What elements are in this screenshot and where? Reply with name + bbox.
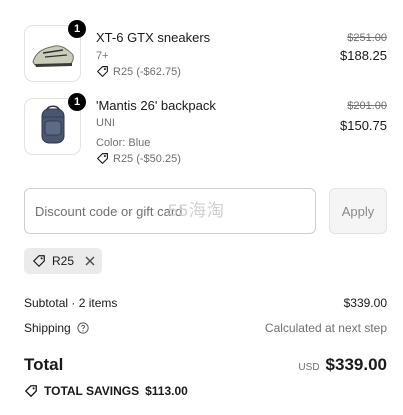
subtotal-value: $339.00 [343, 296, 387, 310]
product-name: XT-6 GTX sneakers [96, 30, 211, 45]
product-discount-text: R25 (-$50.25) [113, 152, 181, 165]
tag-icon [97, 153, 108, 164]
tag-icon [33, 255, 45, 267]
watermark: 55海淘 [168, 201, 225, 220]
product-variant: UNI [96, 117, 115, 129]
product-name: 'Mantis 26' backpack [96, 98, 216, 113]
help-circle-icon[interactable] [77, 322, 89, 334]
product-discount: R25 (-$62.75) [96, 65, 181, 78]
product-variant: 7+ [96, 50, 109, 62]
currency-code: USD [298, 362, 320, 373]
shipping-value: Calculated at next step [264, 321, 387, 335]
applied-code: R25 [52, 254, 75, 268]
applied-discount-chip: R25 [24, 248, 102, 274]
apply-button[interactable]: Apply [329, 188, 387, 234]
total-amount: USD $339.00 [298, 355, 387, 375]
original-price: $251.00 [347, 32, 387, 44]
tag-icon [97, 66, 108, 77]
product-price: $188.25 [340, 48, 387, 63]
shipping-label: Shipping [24, 321, 71, 335]
savings-value: $113.00 [145, 384, 188, 398]
quantity-badge: 1 [68, 93, 86, 111]
discount-code-placeholder: Discount code or gift card [35, 203, 183, 219]
product-discount-text: R25 (-$62.75) [113, 65, 181, 78]
total-savings: TOTAL SAVINGS $113.00 [24, 384, 188, 398]
savings-label: TOTAL SAVINGS [44, 384, 140, 398]
close-icon[interactable] [84, 255, 96, 267]
tag-icon [25, 385, 37, 397]
original-price: $201.00 [347, 100, 387, 112]
product-color: Color: Blue [96, 137, 151, 149]
product-discount: R25 (-$50.25) [96, 152, 181, 165]
subtotal-label: Subtotal · 2 items [24, 296, 118, 310]
total-value: $339.00 [325, 355, 387, 374]
shipping-row: Shipping [24, 321, 89, 335]
total-label: Total [24, 355, 64, 374]
product-price: $150.75 [340, 118, 387, 133]
quantity-badge: 1 [68, 20, 86, 38]
